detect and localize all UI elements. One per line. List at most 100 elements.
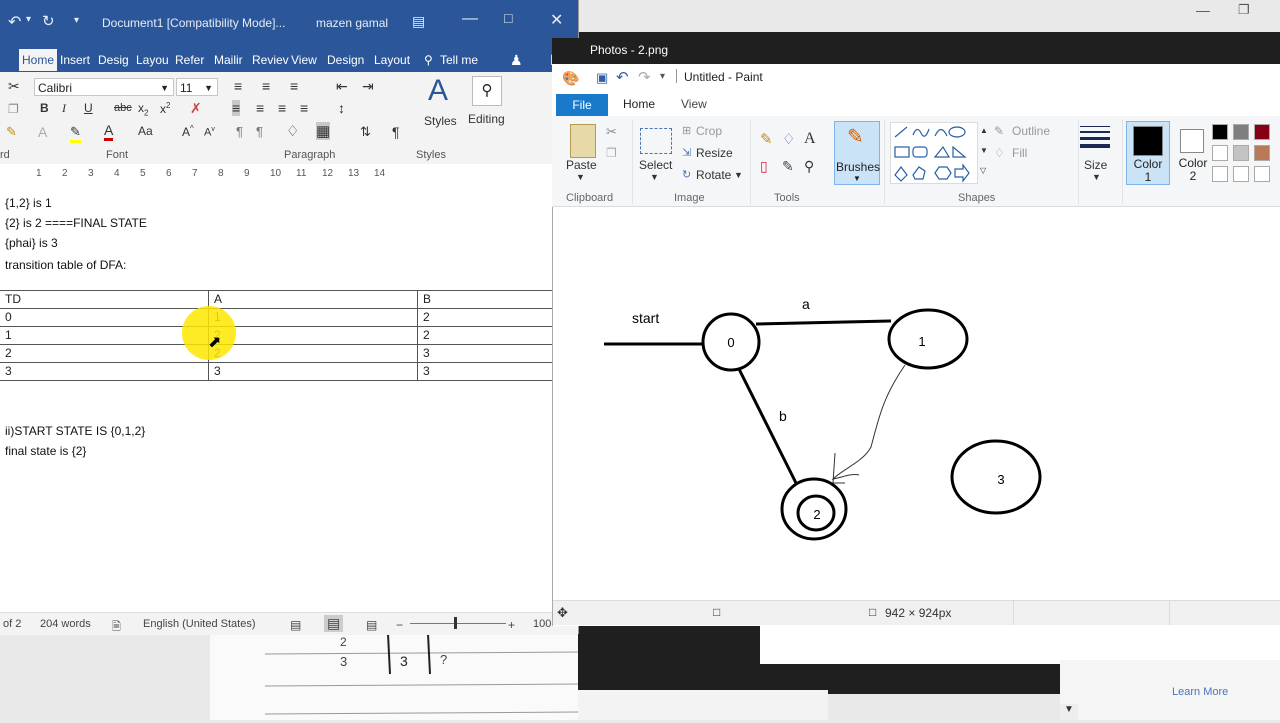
show-marks-icon[interactable]: ¶ <box>392 124 400 140</box>
learn-more-link[interactable]: Learn More <box>1172 686 1228 698</box>
line-spacing-icon[interactable]: ↕ <box>338 100 345 116</box>
tab-design[interactable]: Desig <box>98 49 129 71</box>
text-effects-icon[interactable]: A <box>38 124 47 140</box>
tab-mailings[interactable]: Mailir <box>214 49 243 71</box>
tab-view[interactable]: View <box>681 97 707 111</box>
styles-button[interactable]: Styles <box>424 114 457 128</box>
table-cell[interactable]: 3 <box>208 362 418 381</box>
cut-icon[interactable]: ✂ <box>8 78 20 95</box>
numbering-icon[interactable]: ≡ <box>262 78 270 94</box>
print-layout-icon[interactable]: ▤ <box>324 615 344 632</box>
palette-swatch[interactable] <box>1233 145 1249 161</box>
align-right-icon[interactable]: ≡ <box>278 100 286 116</box>
scroll-down-icon[interactable]: ▼ <box>1060 704 1078 720</box>
color-palette[interactable] <box>1210 124 1280 188</box>
crop-icon[interactable]: ⊞ <box>682 124 691 137</box>
horizontal-ruler[interactable]: 1 2 3 4 5 6 7 8 9 10 11 12 13 14 <box>0 164 578 187</box>
tab-layout[interactable]: Layou <box>136 49 169 71</box>
outline-button[interactable]: Outline <box>1012 124 1050 138</box>
select-icon[interactable] <box>640 128 672 154</box>
resize-icon[interactable]: ⇲ <box>682 146 691 159</box>
table-cell[interactable]: 2 <box>0 344 209 363</box>
table-cell[interactable]: 2 <box>208 344 418 363</box>
pencil-icon[interactable]: ✎ <box>760 130 773 148</box>
search-icon[interactable]: ⚲ <box>472 76 502 106</box>
subscript-icon[interactable]: x2 <box>138 101 148 117</box>
justify-icon[interactable]: ≡ <box>300 100 308 116</box>
palette-swatch[interactable] <box>1212 145 1228 161</box>
resize-button[interactable]: Resize <box>696 146 733 160</box>
color1-button[interactable]: Color 1 <box>1126 121 1170 185</box>
text-icon[interactable]: A <box>804 130 816 148</box>
ltr-icon[interactable]: ¶ <box>236 124 243 139</box>
palette-swatch[interactable] <box>1233 166 1249 182</box>
italic-icon[interactable]: I <box>62 101 66 116</box>
tab-file[interactable]: File <box>556 94 608 116</box>
palette-swatch[interactable] <box>1233 124 1249 140</box>
shrink-font-icon[interactable]: Av <box>204 126 215 139</box>
word-count[interactable]: 204 words <box>40 618 91 630</box>
tab-table-design[interactable]: Design <box>327 49 364 71</box>
eraser-icon[interactable]: ▯ <box>760 158 768 175</box>
size-button[interactable]: Size <box>1084 158 1107 172</box>
close-icon[interactable]: ✕ <box>550 10 563 30</box>
page-count[interactable]: of 2 <box>3 618 21 630</box>
highlight-icon[interactable]: ✎ <box>70 124 81 143</box>
tab-home[interactable]: Home <box>19 49 58 71</box>
customize-toolbar-icon[interactable]: ▾ <box>660 71 665 82</box>
tell-me-search[interactable]: Tell me <box>440 49 478 71</box>
web-layout-icon[interactable]: ▤ <box>366 618 377 632</box>
font-color-icon[interactable]: A <box>104 122 114 141</box>
paste-icon[interactable] <box>570 124 596 158</box>
table-cell[interactable]: 3 <box>0 362 209 381</box>
shapes-gallery[interactable] <box>890 122 978 184</box>
magnifier-icon[interactable]: ⚲ <box>804 158 814 175</box>
zoom-in-icon[interactable]: + <box>508 618 515 632</box>
paste-button[interactable]: Paste <box>566 158 597 172</box>
rotate-icon[interactable]: ↻ <box>682 168 691 181</box>
customize-toolbar-icon[interactable]: ▾ <box>74 15 79 26</box>
sort-icon[interactable]: ⇅ <box>360 124 371 140</box>
strikethrough-icon[interactable]: abc <box>114 102 132 114</box>
table-cell[interactable]: 2 <box>417 308 553 327</box>
table-cell[interactable]: 1 <box>208 308 418 327</box>
fill-bucket-icon[interactable]: ♢ <box>782 130 795 148</box>
superscript-icon[interactable]: x2 <box>160 101 170 116</box>
format-painter-icon[interactable]: ✎ <box>6 124 17 140</box>
table-header-cell[interactable]: TD <box>0 290 209 309</box>
tab-table-layout[interactable]: Layout <box>374 49 410 71</box>
borders-icon[interactable]: ▦ <box>316 122 331 140</box>
share-icon[interactable]: ♟ <box>510 49 523 71</box>
table-cell[interactable]: 0 <box>0 308 209 327</box>
clear-formatting-icon[interactable]: ✗ <box>190 100 202 117</box>
background-minimize-icon[interactable]: — <box>1196 2 1210 18</box>
rotate-button[interactable]: Rotate <box>696 168 731 182</box>
save-icon[interactable]: ▣ <box>596 70 608 86</box>
underline-icon[interactable]: U <box>84 101 93 115</box>
redo-icon[interactable]: ↻ <box>42 12 55 30</box>
palette-swatch[interactable] <box>1254 124 1270 140</box>
bold-icon[interactable]: B <box>40 101 49 115</box>
cut-icon[interactable]: ✂ <box>606 124 617 140</box>
word-user-name[interactable]: mazen gamal <box>316 16 388 30</box>
palette-swatch[interactable] <box>1212 166 1228 182</box>
size-icon[interactable] <box>1080 126 1110 148</box>
table-cell[interactable]: 3 <box>417 362 553 381</box>
state-1-circle[interactable] <box>887 308 969 370</box>
redo-icon[interactable]: ↷ <box>638 68 651 86</box>
palette-swatch[interactable] <box>1212 124 1228 140</box>
document-body[interactable]: {1,2} is 1 {2} is 2 ====FINAL STATE {pha… <box>0 186 552 598</box>
styles-icon[interactable]: A <box>428 74 448 108</box>
multilevel-list-icon[interactable]: ≡ <box>290 78 298 94</box>
undo-icon[interactable]: ↶ <box>616 68 629 86</box>
palette-swatch[interactable] <box>1254 145 1270 161</box>
dfa-diagram[interactable]: start a b 0 1 2 3 <box>553 207 1280 599</box>
color2-button[interactable]: Color 2 <box>1172 121 1214 183</box>
align-left-icon[interactable]: ≡ <box>232 100 241 116</box>
increase-indent-icon[interactable]: ⇥ <box>362 78 374 95</box>
palette-swatch[interactable] <box>1254 166 1270 182</box>
table-header-cell[interactable]: B <box>417 290 553 309</box>
fill-icon[interactable]: ♢ <box>994 146 1005 160</box>
table-header-cell[interactable]: A <box>208 290 418 309</box>
maximize-icon[interactable]: □ <box>504 10 512 26</box>
